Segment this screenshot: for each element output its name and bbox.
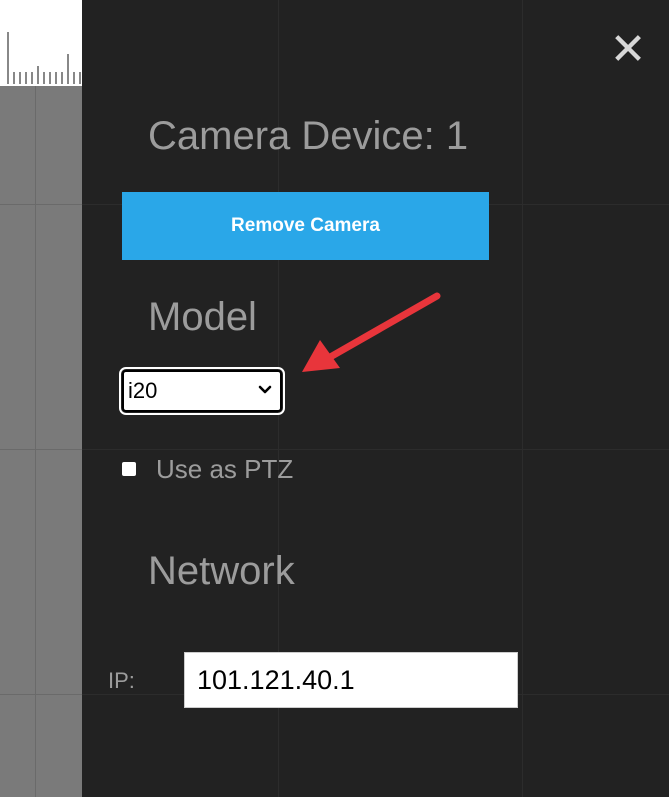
panel-title: Camera Device: 1 <box>148 114 469 158</box>
ptz-checkbox[interactable] <box>122 462 136 476</box>
chevron-down-icon <box>258 382 272 400</box>
canvas-grid-line <box>0 204 82 205</box>
network-heading: Network <box>148 549 295 593</box>
close-icon: ✕ <box>609 25 647 74</box>
ip-label: IP: <box>108 668 135 693</box>
model-heading: Model <box>148 295 257 339</box>
panel-grid-line <box>82 449 669 450</box>
model-select[interactable]: i20 <box>119 367 285 415</box>
canvas-grid-line <box>0 449 82 450</box>
camera-settings-panel: ✕ Camera Device: 1 Remove Camera Model i… <box>82 0 669 797</box>
model-select-value: i20 <box>128 378 158 403</box>
panel-grid-line <box>522 0 523 797</box>
remove-camera-button[interactable]: Remove Camera <box>122 192 489 260</box>
ptz-label: Use as PTZ <box>156 453 294 484</box>
ip-input[interactable] <box>184 652 518 708</box>
canvas-grid-line <box>35 0 36 797</box>
close-button[interactable]: ✕ <box>608 28 648 72</box>
canvas-grid-line <box>0 694 82 695</box>
canvas-area <box>0 0 82 797</box>
ptz-option: Use as PTZ <box>122 452 293 486</box>
